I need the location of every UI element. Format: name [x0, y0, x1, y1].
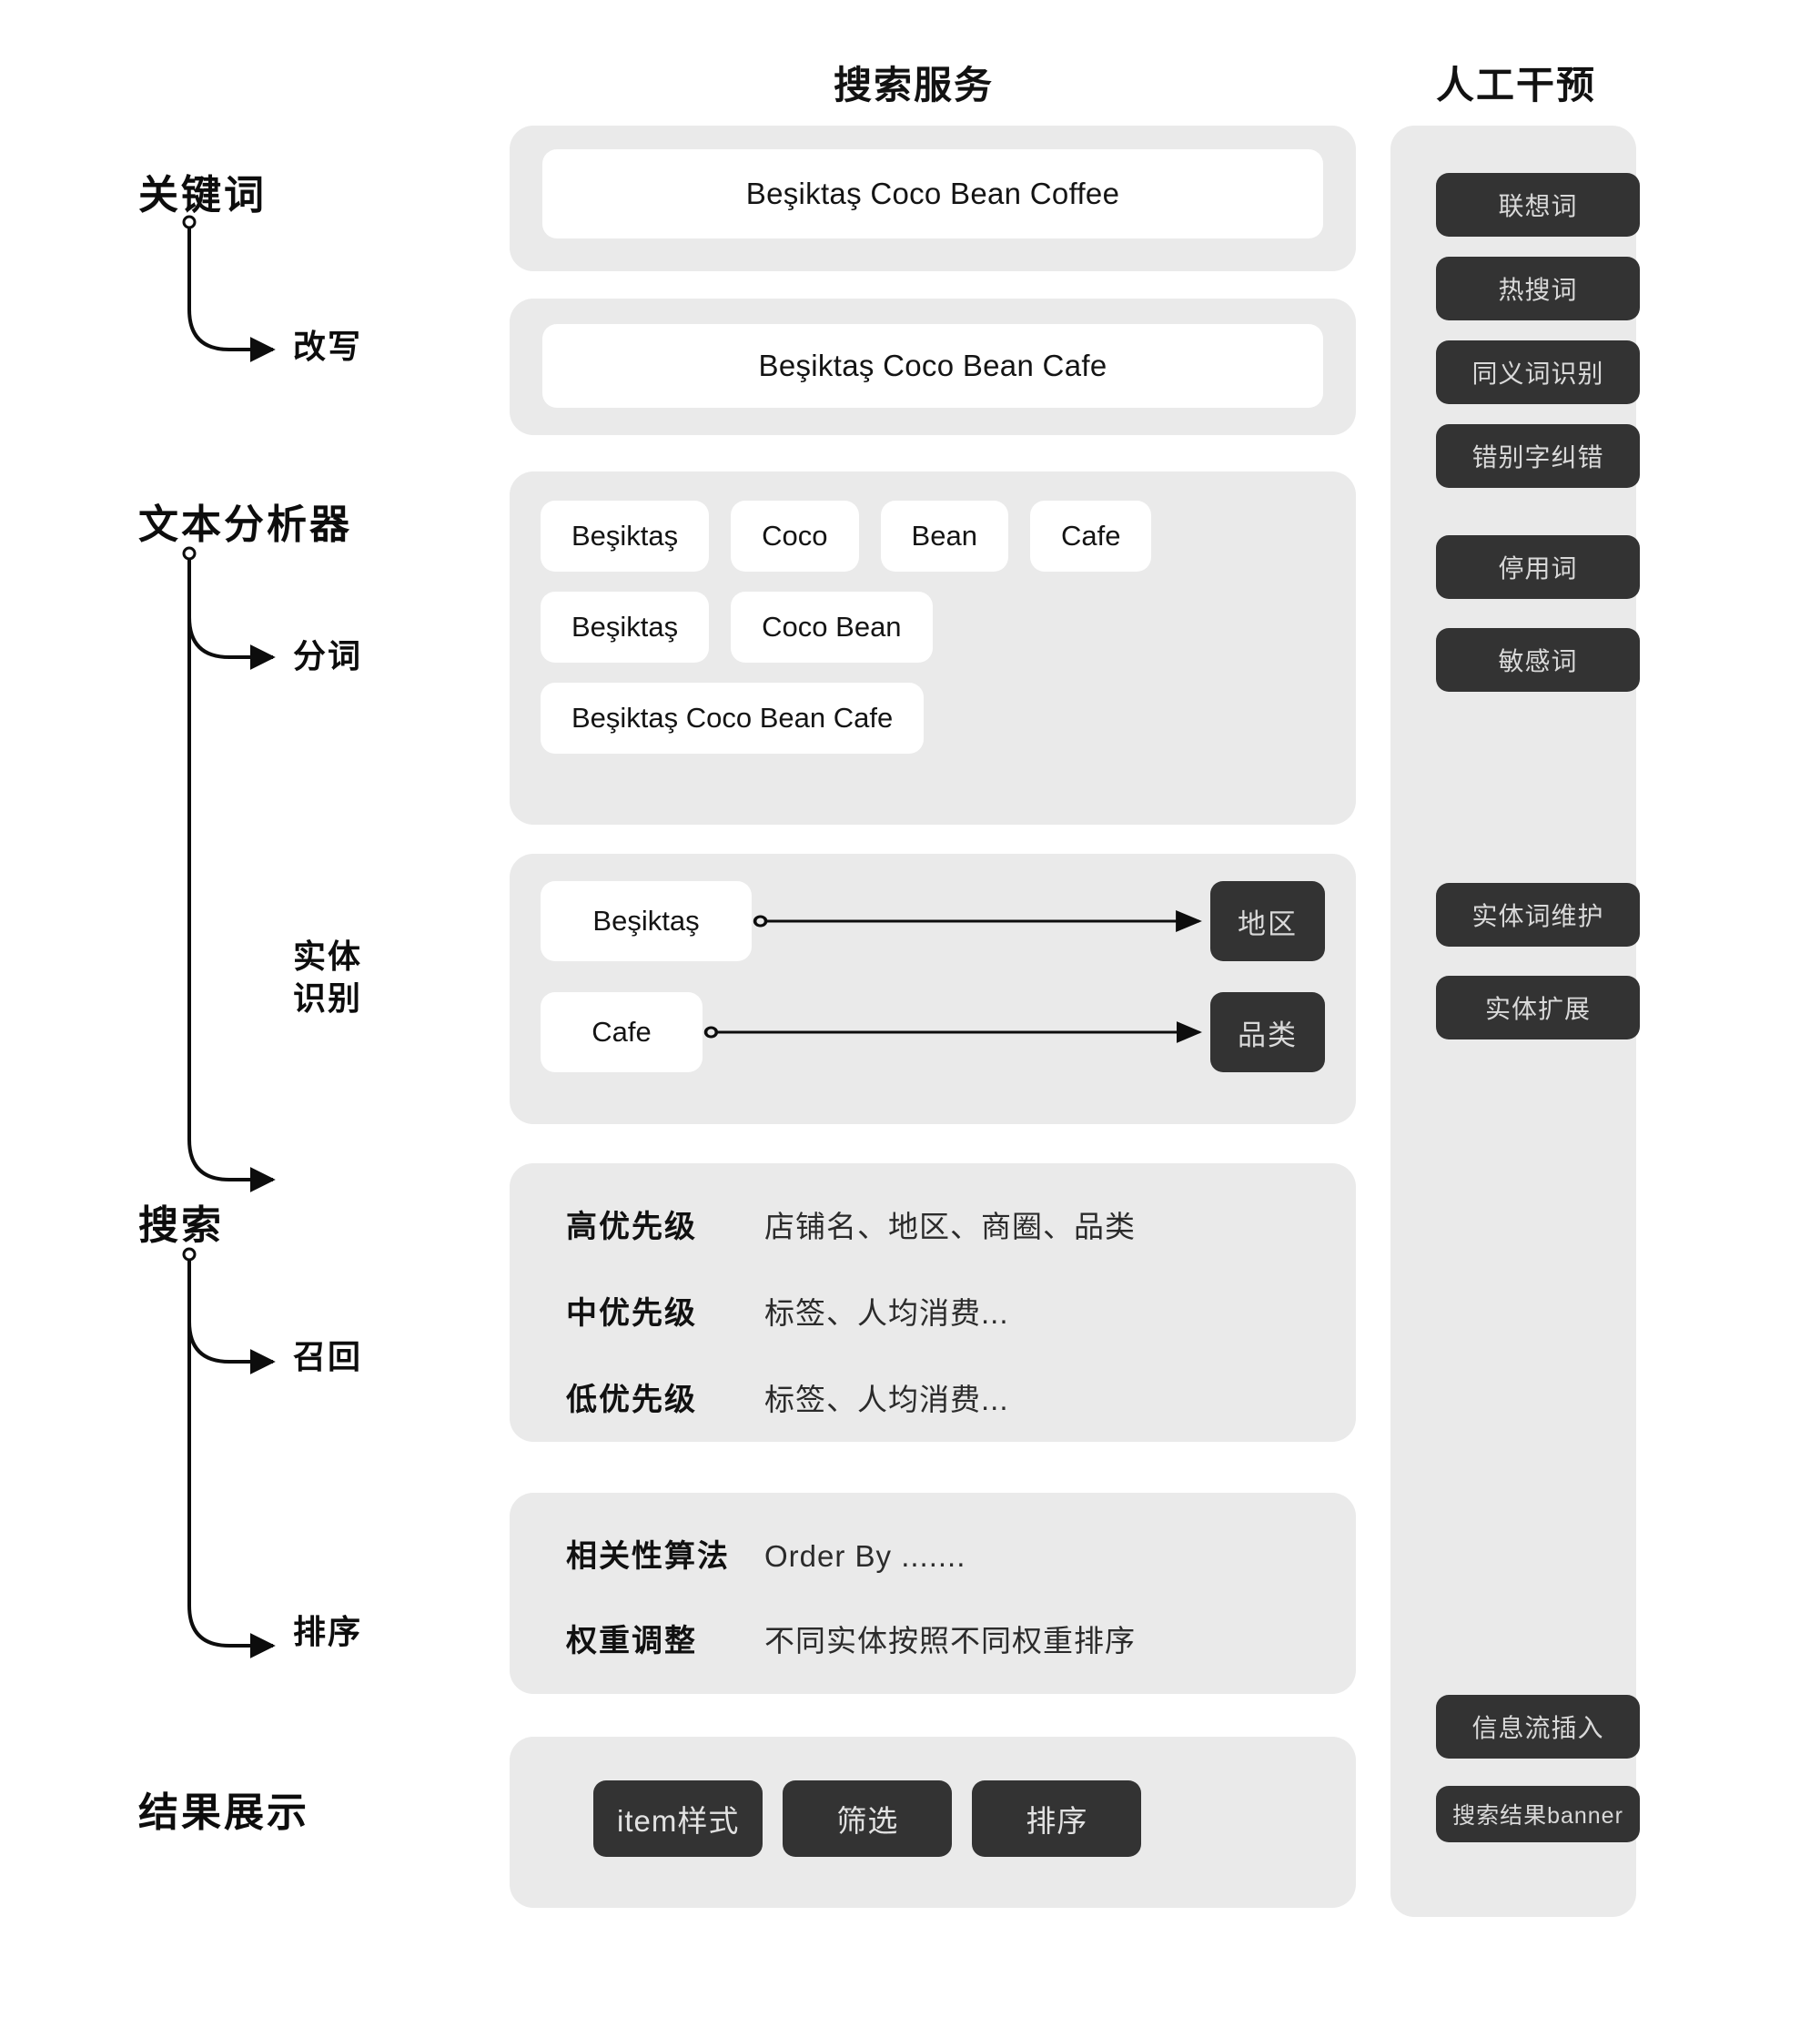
- rewritten-query-field[interactable]: Beşiktaş Coco Bean Cafe: [542, 324, 1323, 408]
- ranking-row: 权重调整 不同实体按照不同权重排序: [566, 1616, 1136, 1660]
- display-button-sort[interactable]: 排序: [972, 1780, 1142, 1857]
- entity-sublabel-line-1: 实体: [293, 938, 363, 975]
- manual-button-stop-words[interactable]: 停用词: [1436, 535, 1640, 599]
- query-panel: Beşiktaş Coco Bean Coffee: [510, 126, 1356, 271]
- token-row: Beşiktaş Coco Bean Cafe: [541, 683, 1332, 754]
- recall-priority-label: 高优先级: [566, 1210, 697, 1244]
- token-chip[interactable]: Coco Bean: [731, 592, 933, 663]
- stage-sublabel-recall: 召回: [293, 1338, 363, 1375]
- ranking-label: 相关性算法: [566, 1539, 730, 1574]
- entity-recognition-panel: Beşiktaş 地区 Cafe 品类: [510, 854, 1356, 1124]
- recall-priority-value: 标签、人均消费...: [764, 1296, 1009, 1330]
- stage-label-result-display: 结果展示: [138, 1790, 309, 1835]
- token-chip[interactable]: Coco: [731, 501, 859, 572]
- stage-label-search: 搜索: [138, 1203, 224, 1248]
- recall-priority-panel: 高优先级 店铺名、地区、商圈、品类 中优先级 标签、人均消费... 低优先级 标…: [510, 1163, 1356, 1442]
- ranking-value: 不同实体按照不同权重排序: [764, 1624, 1136, 1658]
- entity-mapping-row: Beşiktaş 地区: [541, 881, 1325, 961]
- tokenization-panel: Beşiktaş Coco Bean Cafe Beşiktaş Coco Be…: [510, 471, 1356, 825]
- manual-button-typo-correction[interactable]: 错别字纠错: [1436, 424, 1640, 488]
- recall-priority-value: 标签、人均消费...: [764, 1383, 1009, 1416]
- search-service-header: 搜索服务: [834, 64, 995, 106]
- ranking-row: 相关性算法 Order By .......: [566, 1531, 1136, 1576]
- manual-button-entity-expansion[interactable]: 实体扩展: [1436, 976, 1640, 1039]
- token-chip[interactable]: Beşiktaş: [541, 501, 710, 572]
- stage-sublabel-tokenize: 分词: [293, 637, 363, 674]
- result-display-button-row: item样式 筛选 排序: [593, 1780, 1142, 1857]
- manual-button-sensitive-words[interactable]: 敏感词: [1436, 628, 1640, 692]
- ranking-panel: 相关性算法 Order By ....... 权重调整 不同实体按照不同权重排序: [510, 1493, 1356, 1694]
- entity-tag-badge[interactable]: 地区: [1210, 881, 1325, 961]
- stage-connectors: [182, 215, 276, 1658]
- entity-mapping-row: Cafe 品类: [541, 992, 1325, 1072]
- manual-button-synonym-recognition[interactable]: 同义词识别: [1436, 340, 1640, 404]
- result-display-panel: item样式 筛选 排序: [510, 1737, 1356, 1908]
- manual-button-entity-maintenance[interactable]: 实体词维护: [1436, 883, 1640, 947]
- recall-priority-value: 店铺名、地区、商圈、品类: [764, 1210, 1136, 1243]
- token-chip[interactable]: Cafe: [1029, 501, 1152, 572]
- token-chip-grid: Beşiktaş Coco Bean Cafe Beşiktaş Coco Be…: [541, 501, 1332, 774]
- manual-button-feed-insertion[interactable]: 信息流插入: [1436, 1695, 1640, 1759]
- recall-priority-label: 低优先级: [566, 1383, 697, 1417]
- recall-priority-label: 中优先级: [566, 1296, 697, 1331]
- manual-button-result-banner[interactable]: 搜索结果banner: [1436, 1786, 1640, 1842]
- entity-arrow-connector: [752, 881, 1210, 961]
- token-chip[interactable]: Beşiktaş Coco Bean Cafe: [541, 683, 925, 754]
- entity-term-chip[interactable]: Beşiktaş: [541, 881, 752, 961]
- entity-tag-badge[interactable]: 品类: [1210, 992, 1325, 1072]
- manual-intervention-header: 人工干预: [1436, 64, 1597, 106]
- recall-priority-row: 中优先级 标签、人均消费...: [566, 1288, 1136, 1333]
- display-button-filter[interactable]: 筛选: [783, 1780, 953, 1857]
- recall-priority-list: 高优先级 店铺名、地区、商圈、品类 中优先级 标签、人均消费... 低优先级 标…: [566, 1202, 1136, 1419]
- manual-button-hot-search-words[interactable]: 热搜词: [1436, 257, 1640, 320]
- stage-sublabel-entity-recognition: 实体 识别: [293, 936, 362, 1019]
- token-row: Beşiktaş Coco Bean: [541, 592, 1332, 663]
- original-query-field[interactable]: Beşiktaş Coco Bean Coffee: [542, 149, 1323, 238]
- recall-priority-row: 低优先级 标签、人均消费...: [566, 1374, 1136, 1419]
- recall-priority-row: 高优先级 店铺名、地区、商圈、品类: [566, 1202, 1136, 1246]
- stage-label-keyword: 关键词: [138, 173, 267, 218]
- token-chip[interactable]: Bean: [880, 501, 1008, 572]
- stage-sublabel-rewrite: 改写: [293, 328, 363, 365]
- entity-sublabel-line-2: 识别: [293, 979, 363, 1018]
- token-row: Beşiktaş Coco Bean Cafe: [541, 501, 1332, 572]
- stage-label-text-analyzer: 文本分析器: [138, 502, 352, 547]
- display-button-item-style[interactable]: item样式: [593, 1780, 763, 1857]
- ranking-value: Order By .......: [764, 1539, 966, 1573]
- rewritten-query-panel: Beşiktaş Coco Bean Cafe: [510, 299, 1356, 435]
- ranking-label: 权重调整: [566, 1624, 697, 1658]
- stage-sublabel-sort: 排序: [293, 1613, 363, 1650]
- token-chip[interactable]: Beşiktaş: [541, 592, 710, 663]
- entity-term-chip[interactable]: Cafe: [541, 992, 703, 1072]
- manual-button-suggest-words[interactable]: 联想词: [1436, 173, 1640, 237]
- entity-arrow-connector: [703, 992, 1210, 1072]
- ranking-list: 相关性算法 Order By ....... 权重调整 不同实体按照不同权重排序: [566, 1531, 1136, 1660]
